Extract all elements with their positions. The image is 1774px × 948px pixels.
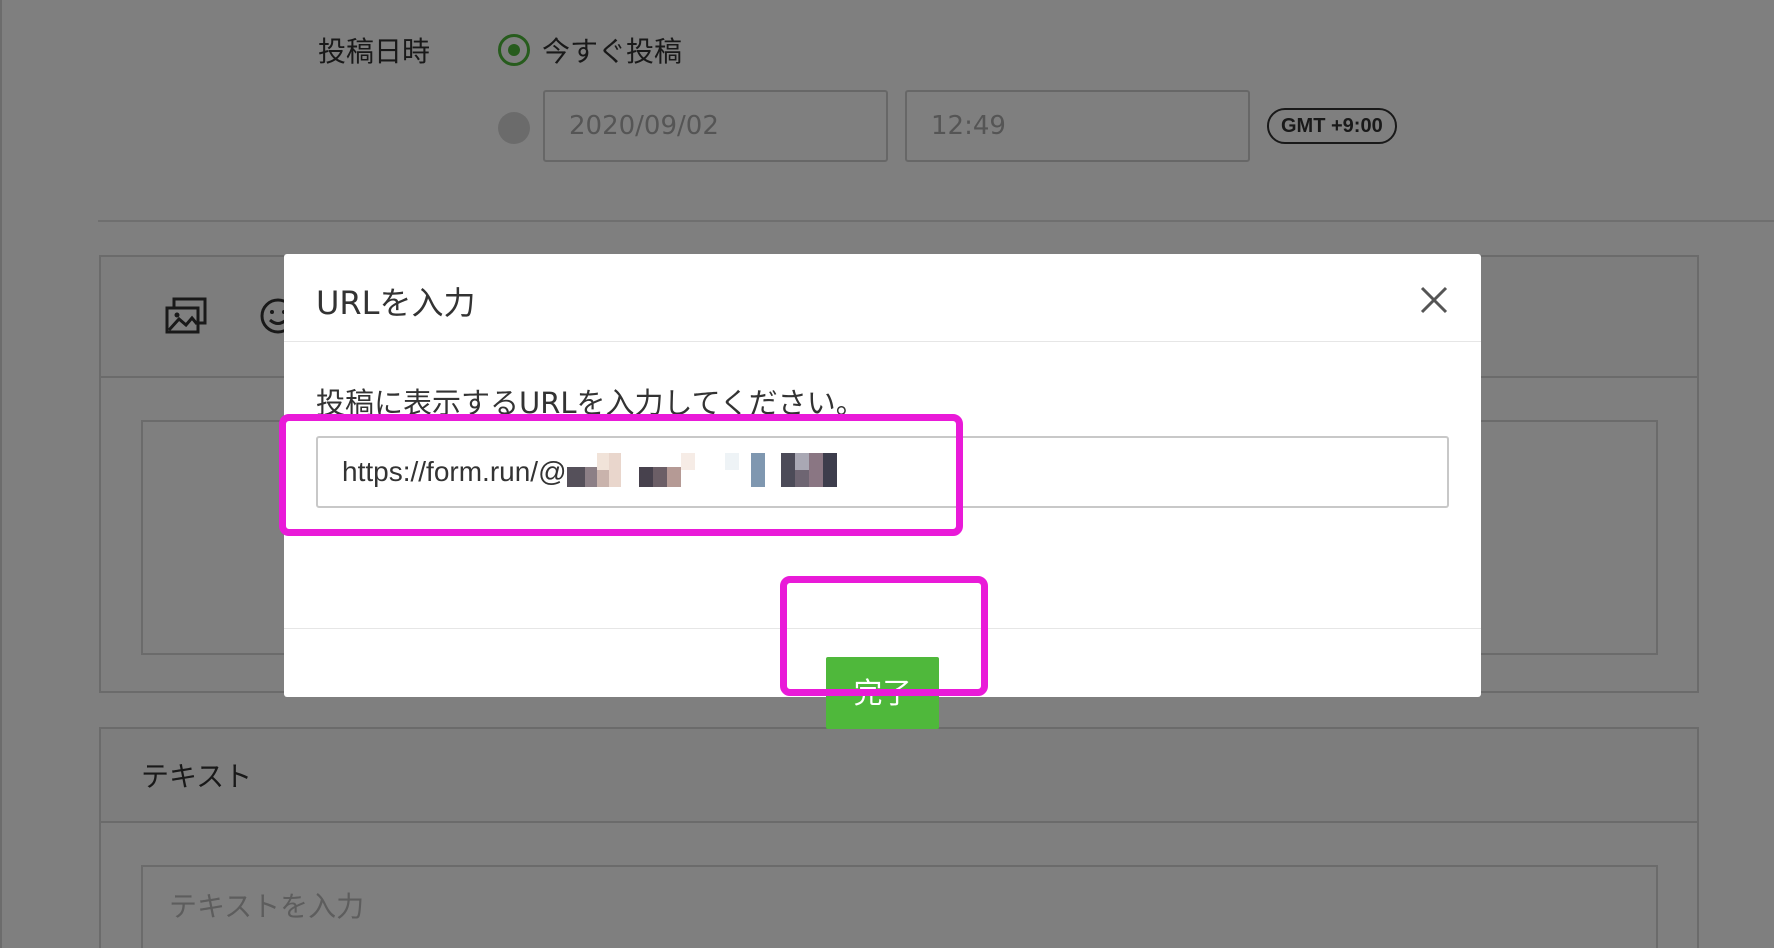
modal-title: URLを入力 bbox=[316, 284, 476, 322]
done-button-highlight bbox=[780, 576, 988, 696]
modal-header: URLを入力 bbox=[284, 254, 1481, 342]
close-icon[interactable] bbox=[1414, 280, 1454, 320]
url-input-highlight bbox=[279, 414, 963, 536]
